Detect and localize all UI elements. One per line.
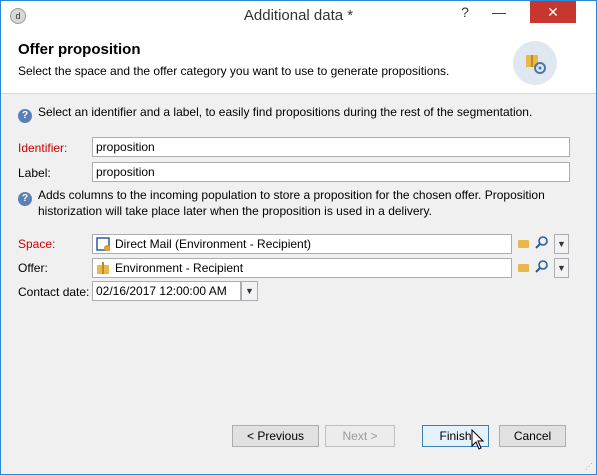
- label-field[interactable]: proposition: [92, 162, 570, 182]
- title-bar[interactable]: d Additional data * ? — ✕: [1, 1, 596, 31]
- next-button[interactable]: Next >: [325, 425, 395, 447]
- info-identifier-text: Select an identifier and a label, to eas…: [38, 105, 533, 119]
- close-button[interactable]: ✕: [530, 1, 576, 23]
- info-columns-line2: historization will take place later when…: [38, 204, 432, 218]
- space-field[interactable]: Direct Mail (Environment - Recipient): [92, 234, 512, 254]
- search-icon: [535, 236, 548, 249]
- help-icon: ?: [18, 109, 32, 123]
- space-dropdown-button[interactable]: ▼: [554, 234, 569, 254]
- header-title: Offer proposition: [18, 41, 141, 58]
- help-icon: ?: [18, 192, 32, 206]
- offer-gear-icon: [513, 41, 557, 85]
- space-value: Direct Mail (Environment - Recipient): [115, 237, 312, 251]
- offer-folder-button[interactable]: [514, 259, 532, 277]
- identifier-field[interactable]: proposition: [92, 137, 570, 157]
- offer-dropdown-button[interactable]: ▼: [554, 258, 569, 278]
- label-label: Label:: [18, 166, 51, 180]
- previous-button[interactable]: < Previous: [232, 425, 319, 447]
- dialog-window: d Additional data * ? — ✕ Offer proposit…: [0, 0, 597, 475]
- mouse-cursor-icon: [471, 429, 484, 450]
- direct-mail-icon: [96, 237, 110, 251]
- offer-field[interactable]: Environment - Recipient: [92, 258, 512, 278]
- minimize-button[interactable]: —: [482, 1, 516, 23]
- info-columns-line1: Adds columns to the incoming population …: [38, 188, 545, 202]
- dialog-header: Offer proposition Select the space and t…: [1, 31, 596, 94]
- space-label: Space:: [18, 237, 56, 251]
- offer-value: Environment - Recipient: [115, 261, 244, 275]
- space-search-button[interactable]: [533, 235, 551, 253]
- resize-grip-icon[interactable]: ⋰: [585, 462, 593, 471]
- contact-date-dropdown-button[interactable]: ▼: [241, 281, 258, 301]
- help-button[interactable]: ?: [448, 1, 482, 23]
- identifier-label: Identifier:: [18, 141, 68, 155]
- offer-search-button[interactable]: [533, 259, 551, 277]
- contact-date-label: Contact date:: [18, 285, 90, 299]
- header-description: Select the space and the offer category …: [18, 64, 450, 78]
- space-folder-button[interactable]: [514, 235, 532, 253]
- folder-icon: [517, 264, 529, 272]
- search-icon: [535, 260, 548, 273]
- info-identifier: ? Select an identifier and a label, to ea…: [18, 104, 532, 123]
- contact-date-field[interactable]: 02/16/2017 12:00:00 AM: [92, 281, 241, 301]
- cancel-button[interactable]: Cancel: [499, 425, 566, 447]
- folder-icon: [517, 240, 529, 248]
- offer-icon: [97, 262, 109, 274]
- offer-label: Offer:: [18, 261, 48, 275]
